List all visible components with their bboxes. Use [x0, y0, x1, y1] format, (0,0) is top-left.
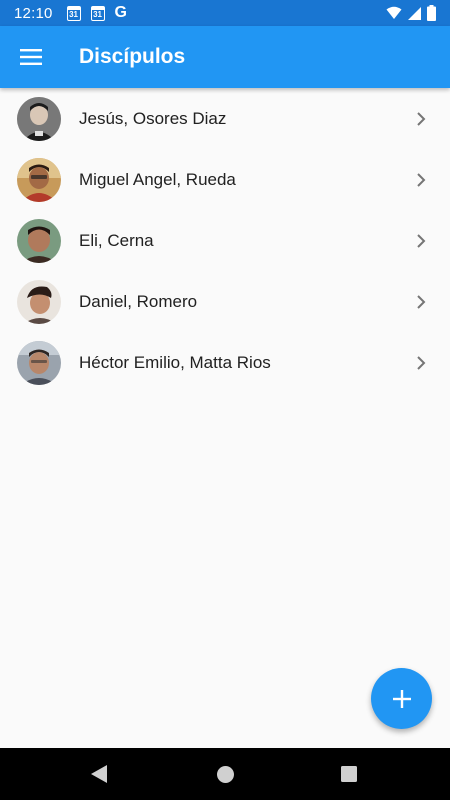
plus-icon	[392, 689, 411, 708]
status-bar: 12:10 31 31 G	[0, 0, 450, 26]
list-item[interactable]: Miguel Angel, Rueda	[0, 149, 450, 210]
hamburger-menu-icon	[20, 49, 42, 65]
list-item[interactable]: Daniel, Romero	[0, 271, 450, 332]
menu-button[interactable]	[0, 26, 62, 88]
app-bar: Discípulos	[0, 26, 450, 88]
home-button[interactable]	[195, 748, 255, 800]
status-indicators	[386, 5, 436, 21]
recents-square-icon	[341, 766, 357, 782]
calendar-icon-secondary: 31	[90, 5, 105, 21]
home-circle-icon	[216, 765, 234, 783]
system-nav-bar	[0, 748, 450, 800]
item-label: Miguel Angel, Rueda	[79, 169, 236, 189]
item-label: Daniel, Romero	[79, 291, 198, 311]
battery-icon	[427, 5, 436, 21]
list-item[interactable]: Jesús, Osores Diaz	[0, 88, 450, 149]
status-time: 12:10	[14, 4, 53, 22]
item-label: Héctor Emilio, Matta Rios	[79, 352, 271, 372]
avatar	[17, 218, 61, 263]
chevron-right-icon	[417, 172, 426, 187]
back-button[interactable]	[69, 748, 129, 800]
chevron-right-icon	[417, 355, 426, 370]
item-label: Eli, Cerna	[79, 230, 154, 250]
add-disciple-button[interactable]	[371, 668, 432, 729]
cell-signal-icon	[408, 6, 421, 20]
chevron-right-icon	[417, 111, 426, 126]
list-item[interactable]: Eli, Cerna	[0, 210, 450, 271]
avatar	[17, 96, 61, 141]
avatar	[17, 157, 61, 202]
wifi-icon	[386, 6, 402, 19]
page-title: Discípulos	[79, 45, 186, 68]
avatar	[17, 279, 61, 324]
back-triangle-icon	[91, 765, 107, 783]
item-label: Jesús, Osores Diaz	[79, 108, 227, 128]
recents-button[interactable]	[319, 748, 379, 800]
calendar-icon: 31	[66, 5, 81, 21]
chevron-right-icon	[417, 294, 426, 309]
list-item[interactable]: Héctor Emilio, Matta Rios	[0, 332, 450, 393]
chevron-right-icon	[417, 233, 426, 248]
disciples-list: Jesús, Osores Diaz Miguel Angel, Rueda E…	[0, 88, 450, 393]
avatar	[17, 340, 61, 385]
google-icon: G	[114, 4, 127, 21]
